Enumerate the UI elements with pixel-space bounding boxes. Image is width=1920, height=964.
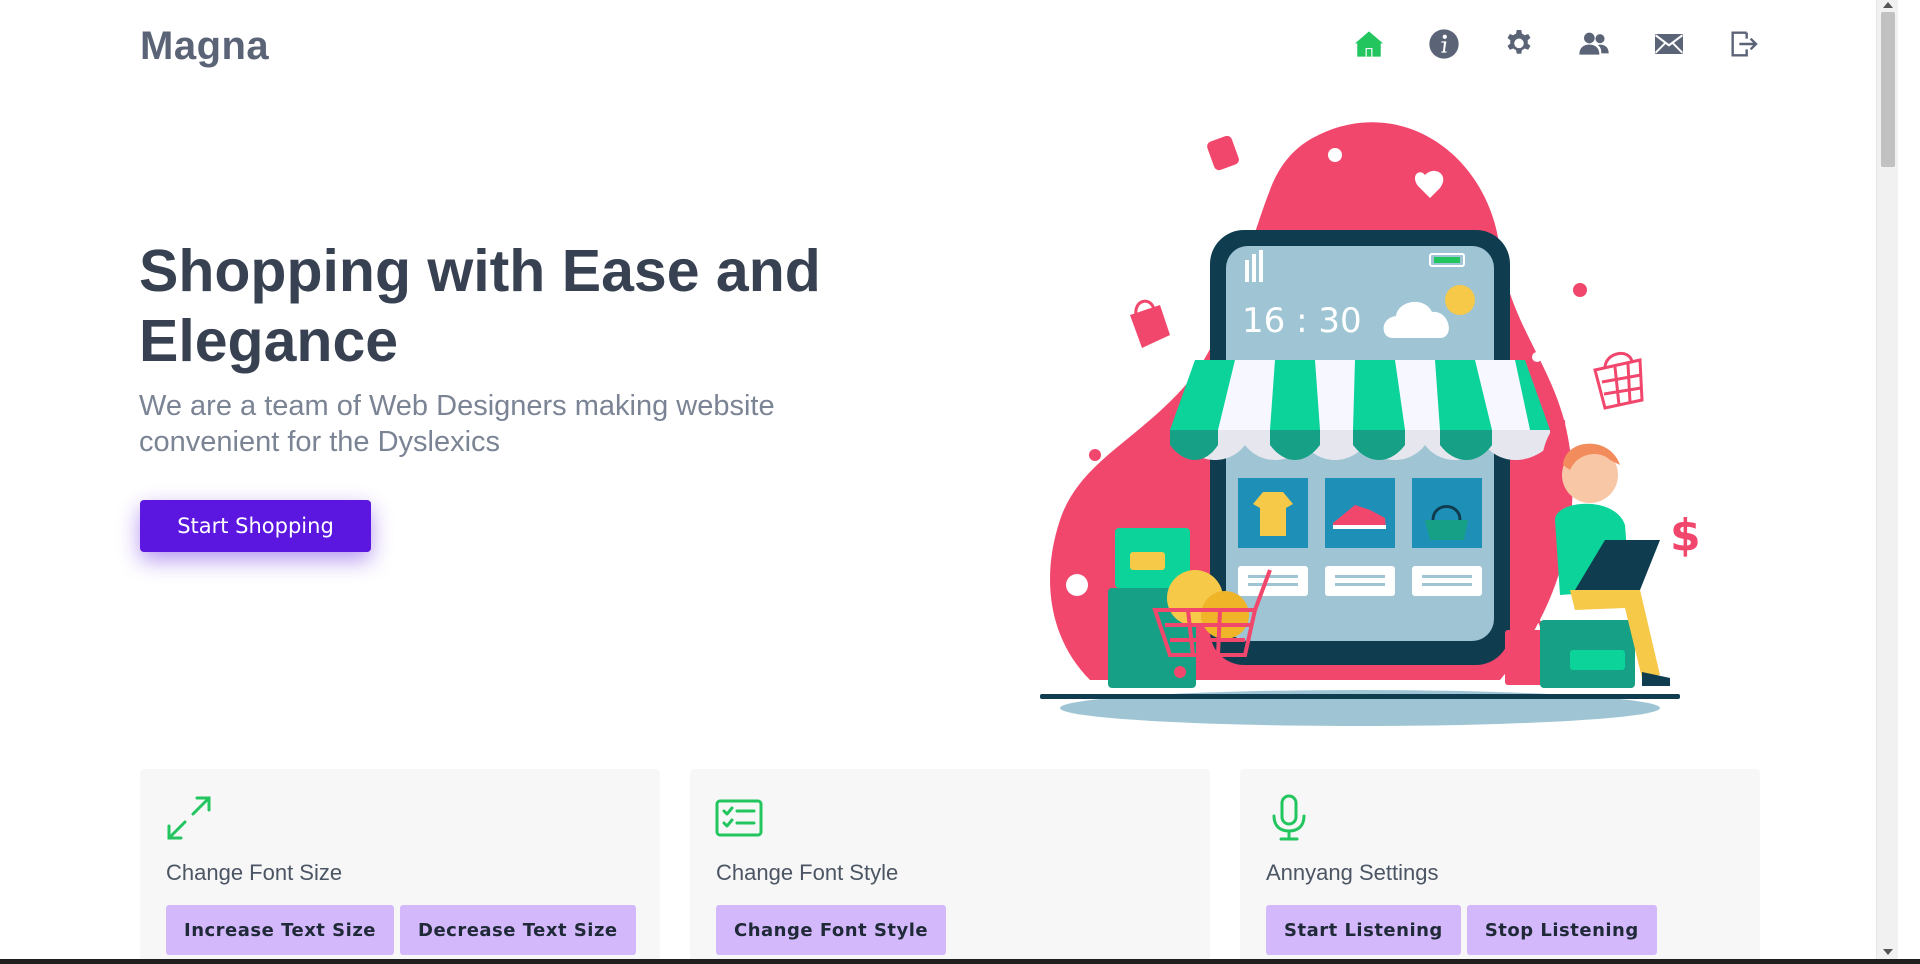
scroll-up-arrow-icon[interactable] bbox=[1883, 2, 1893, 8]
hero-title: Shopping with Ease and Elegance bbox=[139, 238, 821, 374]
users-icon[interactable] bbox=[1578, 28, 1610, 60]
hero-subtitle: We are a team of Web Designers making we… bbox=[139, 390, 775, 458]
info-icon[interactable] bbox=[1428, 28, 1460, 60]
feature-cards: Change Font Size Increase Text Size Decr… bbox=[140, 769, 1760, 959]
brand-logo[interactable]: Magna bbox=[140, 24, 269, 69]
card-title: Change Font Style bbox=[716, 860, 899, 885]
decrease-text-size-button[interactable]: Decrease Text Size bbox=[400, 905, 636, 955]
window-bottom-border bbox=[0, 959, 1920, 964]
increase-text-size-button[interactable]: Increase Text Size bbox=[166, 905, 394, 955]
mail-icon[interactable] bbox=[1653, 28, 1685, 60]
gear-icon[interactable] bbox=[1503, 28, 1535, 60]
scrollbar-thumb[interactable] bbox=[1881, 12, 1895, 167]
logout-icon[interactable] bbox=[1728, 28, 1760, 60]
expand-arrows-icon bbox=[165, 794, 213, 842]
start-shopping-button[interactable]: Start Shopping bbox=[140, 500, 371, 552]
online-store-illustration: $ 16 : 30 bbox=[1030, 120, 1722, 730]
font-style-card: Change Font Style Change Font Style bbox=[690, 769, 1210, 959]
microphone-icon bbox=[1265, 794, 1313, 842]
change-font-style-button[interactable]: Change Font Style bbox=[716, 905, 947, 955]
card-actions: Increase Text Size Decrease Text Size bbox=[166, 905, 636, 955]
scroll-down-arrow-icon[interactable] bbox=[1883, 949, 1893, 955]
annyang-settings-card: Annyang Settings Start Listening Stop Li… bbox=[1240, 769, 1760, 959]
card-actions: Change Font Style bbox=[716, 905, 947, 955]
font-size-card: Change Font Size Increase Text Size Decr… bbox=[140, 769, 660, 959]
page: Magna Shopping with Ease and Elegance We bbox=[0, 0, 1898, 959]
card-title: Change Font Size bbox=[166, 860, 343, 885]
checklist-icon bbox=[715, 794, 763, 842]
card-title: Annyang Settings bbox=[1266, 860, 1439, 885]
site-header: Magna bbox=[140, 22, 1760, 72]
card-actions: Start Listening Stop Listening bbox=[1266, 905, 1657, 955]
main-nav bbox=[1353, 28, 1760, 60]
vertical-scrollbar[interactable] bbox=[1876, 0, 1898, 959]
stop-listening-button[interactable]: Stop Listening bbox=[1466, 905, 1657, 955]
home-icon[interactable] bbox=[1353, 28, 1385, 60]
start-listening-button[interactable]: Start Listening bbox=[1266, 905, 1461, 955]
phone-time: 16 : 30 bbox=[1242, 301, 1362, 341]
svg-text:$: $ bbox=[1670, 510, 1701, 561]
